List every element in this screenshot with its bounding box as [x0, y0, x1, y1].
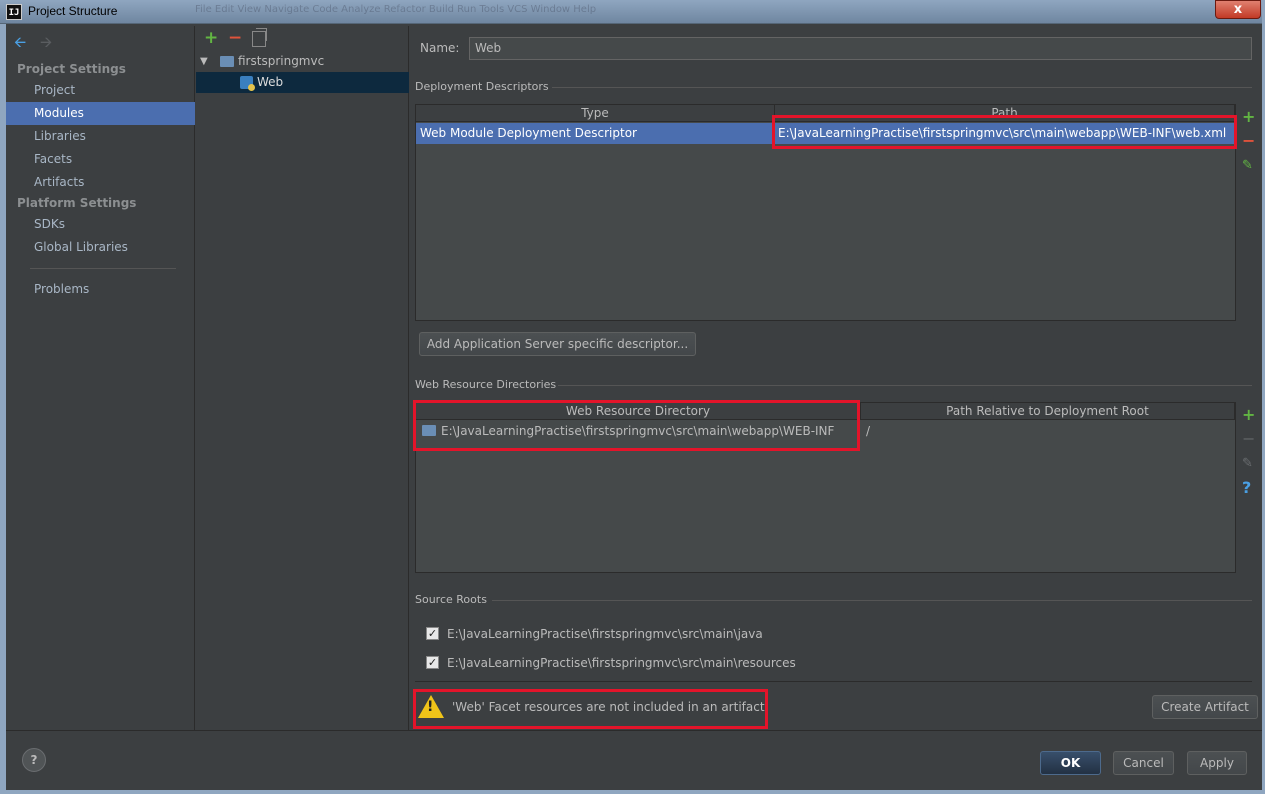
sidebar-item-global-libraries[interactable]: Global Libraries [6, 236, 195, 259]
web-resources-table-toolbar: + − ✎ ? [1236, 402, 1262, 573]
tree-node-label: Web [257, 75, 284, 89]
module-folder-icon [220, 56, 234, 67]
cell-path: E:\JavaLearningPractise\firstspringmvc\s… [778, 126, 1227, 140]
deployment-descriptors-title: Deployment Descriptors [415, 80, 549, 93]
sidebar-item-libraries[interactable]: Libraries [6, 125, 195, 148]
edit-pencil-icon: ✎ [1242, 456, 1253, 471]
web-resource-directories-table: Web Resource Directory Path Relative to … [415, 402, 1236, 573]
checkbox-checked[interactable]: ✓ [426, 656, 439, 669]
window-title: Project Structure [28, 4, 118, 18]
sidebar-item-artifacts[interactable]: Artifacts [6, 171, 195, 194]
name-field[interactable]: Web [469, 37, 1252, 60]
tree-node-module[interactable]: ▼ firstspringmvc [196, 51, 409, 72]
table-row[interactable]: Web Module Deployment Descriptor E:\Java… [416, 123, 1235, 144]
column-header-type[interactable]: Type [416, 105, 775, 122]
edit-pencil-icon[interactable]: ✎ [1242, 158, 1253, 174]
remove-icon: − [1242, 429, 1256, 448]
cell-relative-path: / [866, 424, 871, 438]
web-resource-directories-title: Web Resource Directories [415, 378, 557, 391]
column-header-web-resource-directory[interactable]: Web Resource Directory [416, 403, 861, 420]
remove-icon[interactable]: − [1242, 133, 1255, 149]
help-icon[interactable]: ? [22, 748, 46, 772]
ok-button[interactable]: OK [1040, 751, 1101, 775]
sidebar-item-facets[interactable]: Facets [6, 148, 195, 171]
section-project-settings: Project Settings [17, 62, 126, 76]
sidebar-divider [30, 268, 176, 269]
window-close-button[interactable]: x [1215, 0, 1261, 19]
help-icon[interactable]: ? [1242, 480, 1251, 496]
table-row[interactable]: E:\JavaLearningPractise\firstspringmvc\s… [416, 421, 1235, 441]
add-icon[interactable]: + [1242, 109, 1255, 125]
checkbox-checked[interactable]: ✓ [426, 627, 439, 640]
warning-exclamation-icon: ! [427, 699, 434, 715]
remove-icon[interactable]: − [228, 28, 242, 48]
cell-directory: E:\JavaLearningPractise\firstspringmvc\s… [441, 424, 835, 438]
source-roots-title: Source Roots [415, 593, 487, 606]
sidebar-item-project[interactable]: Project [6, 79, 195, 102]
sidebar-item-problems[interactable]: Problems [6, 278, 195, 301]
copy-icon[interactable] [252, 28, 267, 47]
add-server-descriptor-button[interactable]: Add Application Server specific descript… [419, 332, 696, 356]
arrow-left-icon[interactable]: 🡨 [14, 32, 26, 57]
create-artifact-button[interactable]: Create Artifact [1152, 695, 1258, 719]
sidebar-item-modules[interactable]: Modules [6, 102, 195, 125]
cell-type: Web Module Deployment Descriptor [420, 126, 637, 140]
arrow-right-icon[interactable]: 🡪 [40, 32, 52, 57]
sidebar-item-sdks[interactable]: SDKs [6, 213, 195, 236]
facet-settings-panel: Name: Web Deployment Descriptors Type Pa… [410, 26, 1262, 730]
column-header-relative-path[interactable]: Path Relative to Deployment Root [861, 403, 1235, 420]
dialog-footer: ? OK Cancel Apply [6, 730, 1262, 790]
background-menu-bar: File Edit View Navigate Code Analyze Ref… [195, 4, 597, 15]
separator [415, 681, 1252, 682]
apply-button[interactable]: Apply [1187, 751, 1247, 775]
source-root-path: E:\JavaLearningPractise\firstspringmvc\s… [447, 627, 763, 641]
section-platform-settings: Platform Settings [17, 196, 137, 210]
tree-node-web-facet[interactable]: Web [196, 72, 409, 93]
web-facet-icon [240, 76, 255, 91]
module-tree-panel: + − ▼ firstspringmvc Web [196, 26, 409, 730]
column-header-path[interactable]: Path [775, 105, 1235, 122]
add-icon[interactable]: + [1242, 407, 1255, 423]
group-separator [552, 87, 1252, 88]
source-root-path: E:\JavaLearningPractise\firstspringmvc\s… [447, 656, 796, 670]
window-frame-bottom [0, 790, 1265, 794]
deployment-table-toolbar: + − ✎ [1236, 104, 1262, 321]
tree-node-label: firstspringmvc [238, 54, 325, 68]
add-icon[interactable]: + [204, 28, 218, 48]
deployment-descriptors-table: Type Path Web Module Deployment Descript… [415, 104, 1236, 321]
group-separator [558, 385, 1252, 386]
cancel-button[interactable]: Cancel [1113, 751, 1174, 775]
name-label: Name: [420, 41, 460, 55]
expand-arrow-icon[interactable]: ▼ [200, 51, 208, 72]
settings-sidebar: 🡨 🡪 Project Settings Project Modules Lib… [6, 26, 195, 730]
folder-icon [422, 425, 436, 436]
intellij-app-icon: IJ [6, 4, 22, 20]
title-bar: IJ Project Structure File Edit View Navi… [0, 0, 1265, 24]
group-separator [492, 600, 1252, 601]
warning-text: 'Web' Facet resources are not included i… [452, 700, 765, 714]
